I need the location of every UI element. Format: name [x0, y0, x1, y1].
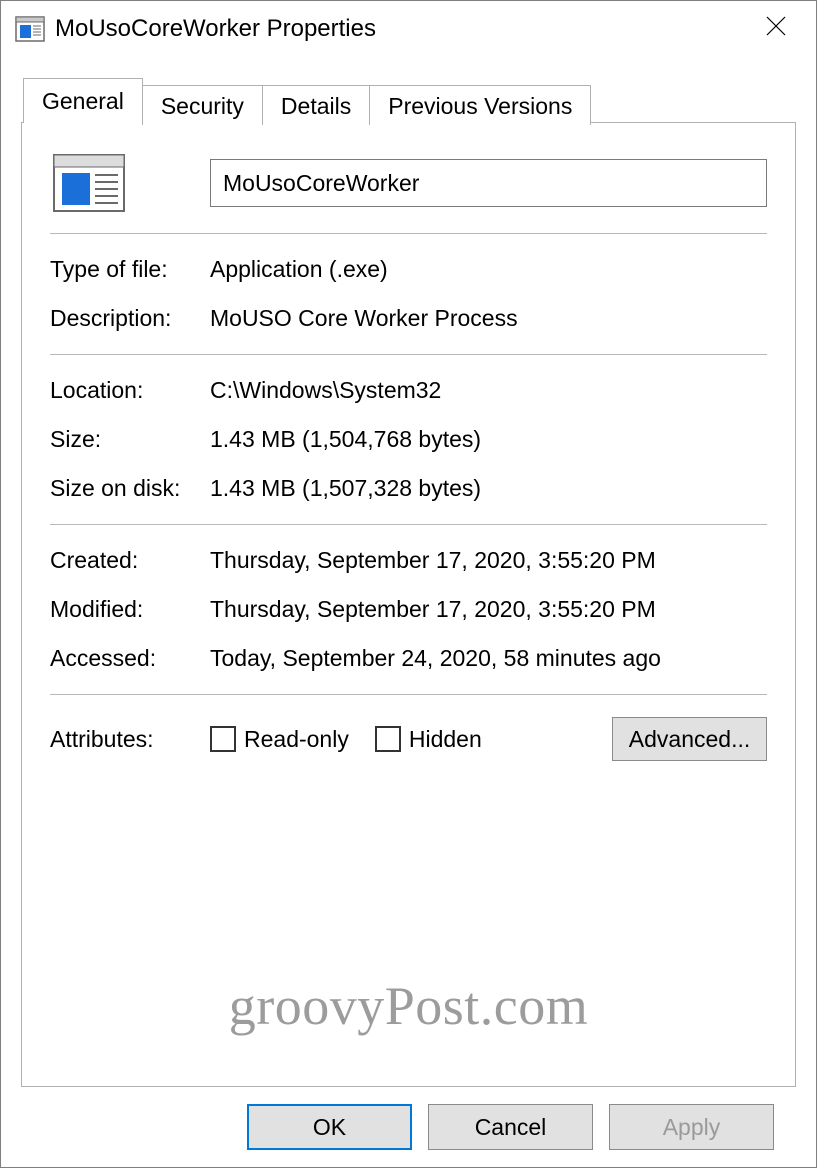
read-only-checkbox[interactable]: Read-only: [210, 726, 349, 753]
properties-window: MoUsoCoreWorker Properties General Secur…: [0, 0, 817, 1168]
description-value: MoUSO Core Worker Process: [210, 305, 767, 332]
hidden-checkbox[interactable]: Hidden: [375, 726, 482, 753]
created-label: Created:: [50, 547, 210, 574]
close-button[interactable]: [746, 1, 806, 56]
accessed-value: Today, September 24, 2020, 58 minutes ag…: [210, 645, 767, 672]
checkbox-box-icon: [375, 726, 401, 752]
separator: [50, 694, 767, 695]
tab-previous-versions[interactable]: Previous Versions: [369, 85, 591, 125]
dialog-footer: OK Cancel Apply: [21, 1087, 796, 1167]
separator: [50, 354, 767, 355]
titlebar: MoUsoCoreWorker Properties: [1, 1, 816, 56]
created-value: Thursday, September 17, 2020, 3:55:20 PM: [210, 547, 767, 574]
advanced-button[interactable]: Advanced...: [612, 717, 767, 761]
window-title: MoUsoCoreWorker Properties: [55, 15, 746, 43]
location-value: C:\Windows\System32: [210, 377, 767, 404]
ok-button[interactable]: OK: [247, 1104, 412, 1150]
apply-button[interactable]: Apply: [609, 1104, 774, 1150]
read-only-checkbox-label: Read-only: [244, 726, 349, 753]
size-on-disk-value: 1.43 MB (1,507,328 bytes): [210, 475, 767, 502]
type-of-file-value: Application (.exe): [210, 256, 767, 283]
description-label: Description:: [50, 305, 210, 332]
modified-label: Modified:: [50, 596, 210, 623]
tab-panel-general: Type of file: Application (.exe) Descrip…: [21, 122, 796, 1087]
tab-strip: General Security Details Previous Versio…: [23, 76, 796, 122]
size-value: 1.43 MB (1,504,768 bytes): [210, 426, 767, 453]
size-label: Size:: [50, 426, 210, 453]
accessed-label: Accessed:: [50, 645, 210, 672]
exe-file-icon: [15, 16, 45, 42]
checkbox-box-icon: [210, 726, 236, 752]
location-label: Location:: [50, 377, 210, 404]
exe-file-icon-large: [50, 151, 128, 215]
modified-value: Thursday, September 17, 2020, 3:55:20 PM: [210, 596, 767, 623]
tab-security[interactable]: Security: [142, 85, 263, 125]
close-icon: [765, 15, 787, 43]
attributes-label: Attributes:: [50, 726, 210, 753]
type-of-file-label: Type of file:: [50, 256, 210, 283]
hidden-checkbox-label: Hidden: [409, 726, 482, 753]
separator: [50, 233, 767, 234]
separator: [50, 524, 767, 525]
tab-general[interactable]: General: [23, 78, 143, 123]
tab-details[interactable]: Details: [262, 85, 370, 125]
cancel-button[interactable]: Cancel: [428, 1104, 593, 1150]
size-on-disk-label: Size on disk:: [50, 475, 210, 502]
filename-input[interactable]: [210, 159, 767, 207]
content-area: General Security Details Previous Versio…: [1, 56, 816, 1167]
